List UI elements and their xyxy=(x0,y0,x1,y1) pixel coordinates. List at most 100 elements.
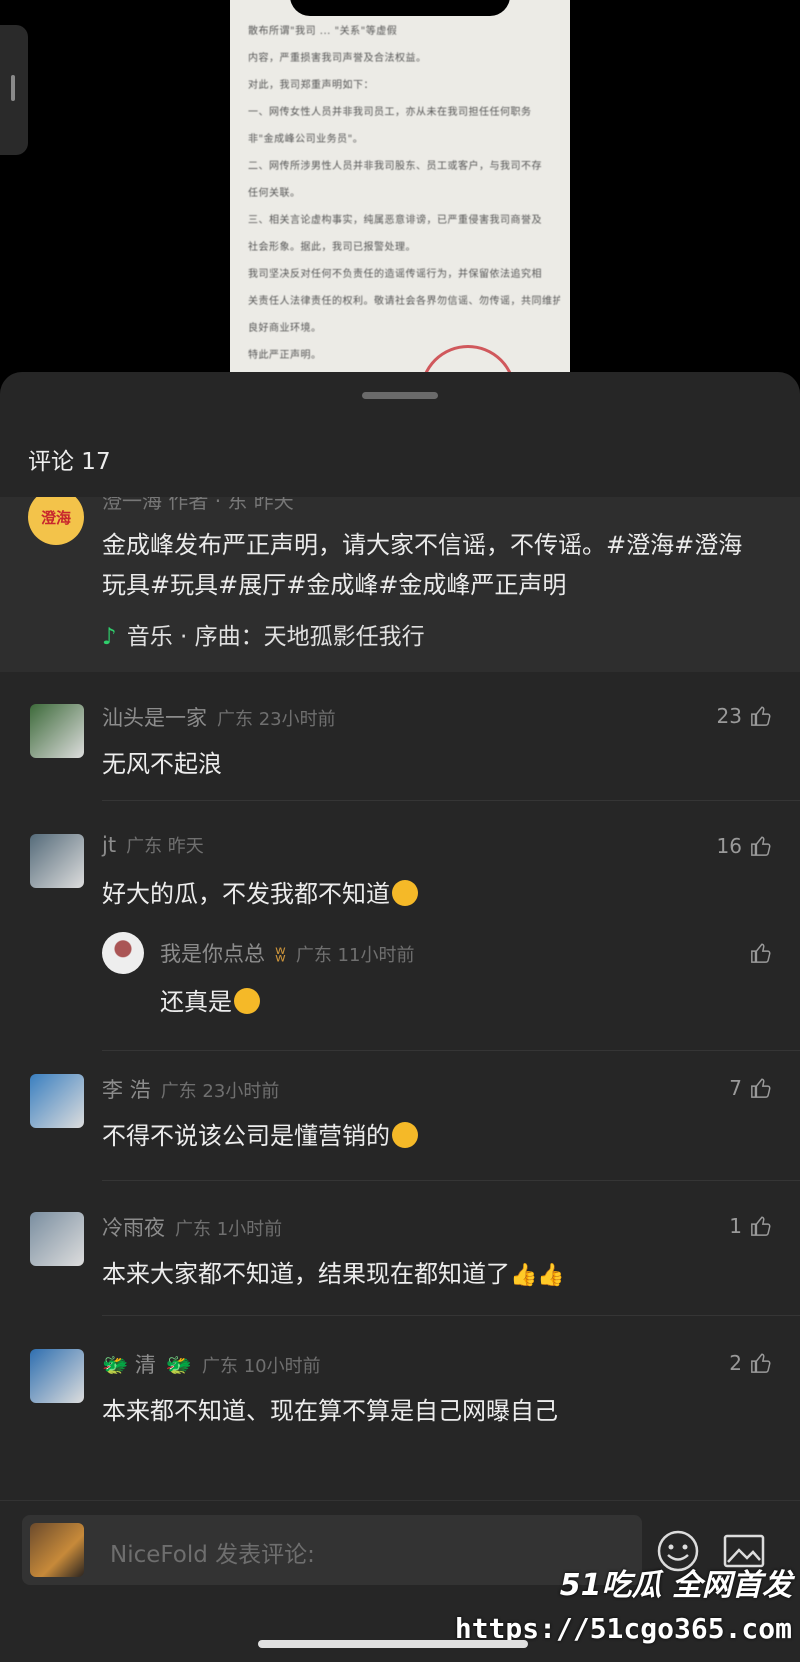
comment-meta: 广东 10小时前 xyxy=(201,1356,321,1377)
avatar[interactable] xyxy=(30,1074,84,1128)
statement-line: 社会形象。据此，我司已报警处理。 xyxy=(248,242,416,253)
statement-document-image: 散布所谓"我司 ... "关系"等虚假内容，严重损害我司声誉及合法权益。 对此，我… xyxy=(230,0,570,380)
comment-text: 本来大家都不知道，结果现在都知道了👍👍 xyxy=(102,1254,565,1289)
thumbs-up-icon xyxy=(751,1078,771,1098)
statement-line: 良好商业环境。 xyxy=(248,323,322,334)
comment-item: 李 浩广东 23小时前 不得不说该公司是懂营销的 7 xyxy=(0,1052,800,1182)
comment-header: 🐲 清 🐲 广东 10小时前 xyxy=(102,1349,321,1379)
comment-meta: 广东 昨天 xyxy=(126,836,204,857)
reply-text-body: 还真是 xyxy=(160,988,232,1016)
like-button[interactable]: 1 xyxy=(729,1214,772,1238)
avatar[interactable] xyxy=(30,1349,84,1403)
comment-meta: 广东 1小时前 xyxy=(175,1219,283,1240)
like-count: 23 xyxy=(716,704,742,728)
like-button[interactable]: 7 xyxy=(729,1076,772,1100)
post-caption-text: 金成峰发布严正声明，请大家不信谣，不传谣。#澄海#澄海玩具#玩具#展厅#金成峰#… xyxy=(102,531,743,599)
avatar[interactable] xyxy=(30,1212,84,1266)
avatar[interactable] xyxy=(30,834,84,888)
statement-line: 二、网传所涉男性人员并非我司股东、员工或客户，与我司不存 xyxy=(248,161,542,172)
music-label: 音乐 · 序曲：天地孤影任我行 xyxy=(126,624,425,650)
comment-item: 🐲 清 🐲 广东 10小时前 本来都不知道、现在算不算是自己网曝自己 2 xyxy=(0,1317,800,1447)
thumbs-up-icon xyxy=(751,943,771,963)
like-count: 16 xyxy=(716,834,742,858)
comment-author[interactable]: jt xyxy=(102,833,116,857)
badge-icon: ʬ xyxy=(275,942,286,966)
comment-author[interactable]: 冷雨夜 xyxy=(102,1216,165,1240)
statement-line: 对此，我司郑重声明如下： xyxy=(248,80,374,91)
reply-text: 还真是 xyxy=(160,982,260,1017)
statement-line: 三、相关言论虚构事实，纯属恶意诽谤，已严重侵害我司商誉及 xyxy=(248,215,542,226)
comment-text: 不得不说该公司是懂营销的 xyxy=(102,1116,418,1151)
laughing-emoji-icon xyxy=(392,880,418,906)
side-drawer-handle[interactable] xyxy=(0,25,28,155)
comment-text: 无风不起浪 xyxy=(102,750,222,778)
music-note-icon: ♪ xyxy=(102,624,117,650)
sheet-grab-handle[interactable] xyxy=(362,392,438,399)
divider xyxy=(102,1050,800,1051)
phone-notch xyxy=(290,0,510,16)
statement-text: 散布所谓"我司 ... "关系"等虚假内容，严重损害我司声誉及合法权益。 对此，我… xyxy=(248,18,560,369)
comment-text-body: 好大的瓜，不发我都不知道 xyxy=(102,880,390,908)
home-indicator[interactable] xyxy=(258,1640,528,1648)
comment-meta: 广东 23小时前 xyxy=(217,709,336,730)
comments-sheet: 评论 17 澄海 澄一海 作者 · 东 昨天 金成峰发布严正声明，请大家不信谣，… xyxy=(0,372,800,1662)
comment-item: 汕头是一家 广东 23小时前 无风不起浪 23 xyxy=(0,672,800,802)
statement-line: 关责任人法律责任的权利。敬请社会各界勿信谣、勿传谣，共同维护 xyxy=(248,296,560,307)
thumbs-up-icon xyxy=(751,1216,771,1236)
comment-author[interactable]: 李 浩 xyxy=(102,1078,151,1102)
comment-item: 冷雨夜 广东 1小时前 本来大家都不知道，结果现在都知道了👍👍 1 xyxy=(0,1182,800,1317)
like-count: 2 xyxy=(729,1351,742,1375)
statement-line: 任何关联。 xyxy=(248,188,301,199)
statement-line: 非"金成峰公司业务员"。 xyxy=(248,134,364,145)
like-count: 1 xyxy=(729,1214,742,1238)
like-count: 7 xyxy=(729,1076,742,1100)
laughing-emoji-icon xyxy=(234,988,260,1014)
comments-count-title: 评论 17 xyxy=(28,449,111,475)
comment-author[interactable]: 清 xyxy=(135,1353,156,1377)
thumbs-up-icon xyxy=(751,1353,771,1373)
comment-text: 好大的瓜，不发我都不知道 xyxy=(102,874,418,909)
reply-like-button[interactable] xyxy=(750,942,772,964)
author-header: 澄一海 作者 · 东 昨天 xyxy=(102,497,294,513)
divider xyxy=(102,1315,800,1316)
thumbs-up-icon xyxy=(751,706,771,726)
current-user-avatar xyxy=(30,1523,84,1577)
thumbs-up-emoji-icon: 👍👍 xyxy=(510,1263,565,1288)
reply-meta: 广东 11小时前 xyxy=(295,945,415,966)
statement-line: 一、网传女性人员并非我司员工，亦从未在我司担任任何职务 xyxy=(248,107,532,118)
comment-meta: 广东 23小时前 xyxy=(160,1081,280,1102)
grinning-emoji-icon xyxy=(392,1122,418,1148)
divider xyxy=(102,1180,800,1181)
statement-line: 我司坚决反对任何不负责任的造谣传谣行为，并保留依法追究相 xyxy=(248,269,542,280)
reply-author[interactable]: 我是你点总 xyxy=(160,942,265,966)
author-post-caption: 澄海 澄一海 作者 · 东 昨天 金成峰发布严正声明，请大家不信谣，不传谣。#澄… xyxy=(0,497,800,672)
comment-item: jt 广东 昨天 好大的瓜，不发我都不知道 16 我是你点总 ʬ 广东 11小时前 还… xyxy=(0,802,800,1052)
thumbs-up-icon xyxy=(751,836,771,856)
comment-text-body: 本来大家都不知道，结果现在都知道了 xyxy=(102,1260,510,1288)
reply-header: 我是你点总 ʬ 广东 11小时前 xyxy=(160,938,414,968)
site-watermark: 51吃瓜 全网首发 https://51cgo365.com xyxy=(455,1560,800,1662)
like-button[interactable]: 2 xyxy=(729,1351,772,1375)
statement-line: 特此严正声明。 xyxy=(248,350,322,361)
comment-header: 李 浩广东 23小时前 xyxy=(102,1074,279,1104)
comment-text-body: 不得不说该公司是懂营销的 xyxy=(102,1122,390,1150)
watermark-title: 51吃瓜 全网首发 xyxy=(559,1568,792,1603)
dragon-emoji-icon: 🐲 xyxy=(165,1353,192,1377)
like-button[interactable]: 23 xyxy=(717,704,772,728)
music-link[interactable]: ♪ 音乐 · 序曲：天地孤影任我行 xyxy=(102,617,425,651)
like-button[interactable]: 16 xyxy=(717,834,772,858)
comment-placeholder: NiceFold 发表评论: xyxy=(110,1542,315,1568)
dragon-emoji-icon: 🐲 xyxy=(102,1353,135,1377)
reply-avatar[interactable] xyxy=(102,932,144,974)
comment-header: 汕头是一家 广东 23小时前 xyxy=(102,702,336,732)
comment-header: 冷雨夜 广东 1小时前 xyxy=(102,1212,282,1242)
divider xyxy=(102,800,800,801)
statement-line: 散布所谓"我司 ... "关系"等虚假 xyxy=(248,26,398,37)
avatar[interactable] xyxy=(30,704,84,758)
handle-grip xyxy=(11,75,15,101)
comment-author[interactable]: 汕头是一家 xyxy=(102,706,207,730)
comment-text: 本来都不知道、现在算不算是自己网曝自己 xyxy=(102,1397,558,1425)
author-avatar[interactable]: 澄海 xyxy=(28,497,84,545)
statement-line: 内容，严重损害我司声誉及合法权益。 xyxy=(248,53,427,64)
comment-header: jt 广东 昨天 xyxy=(102,832,204,858)
